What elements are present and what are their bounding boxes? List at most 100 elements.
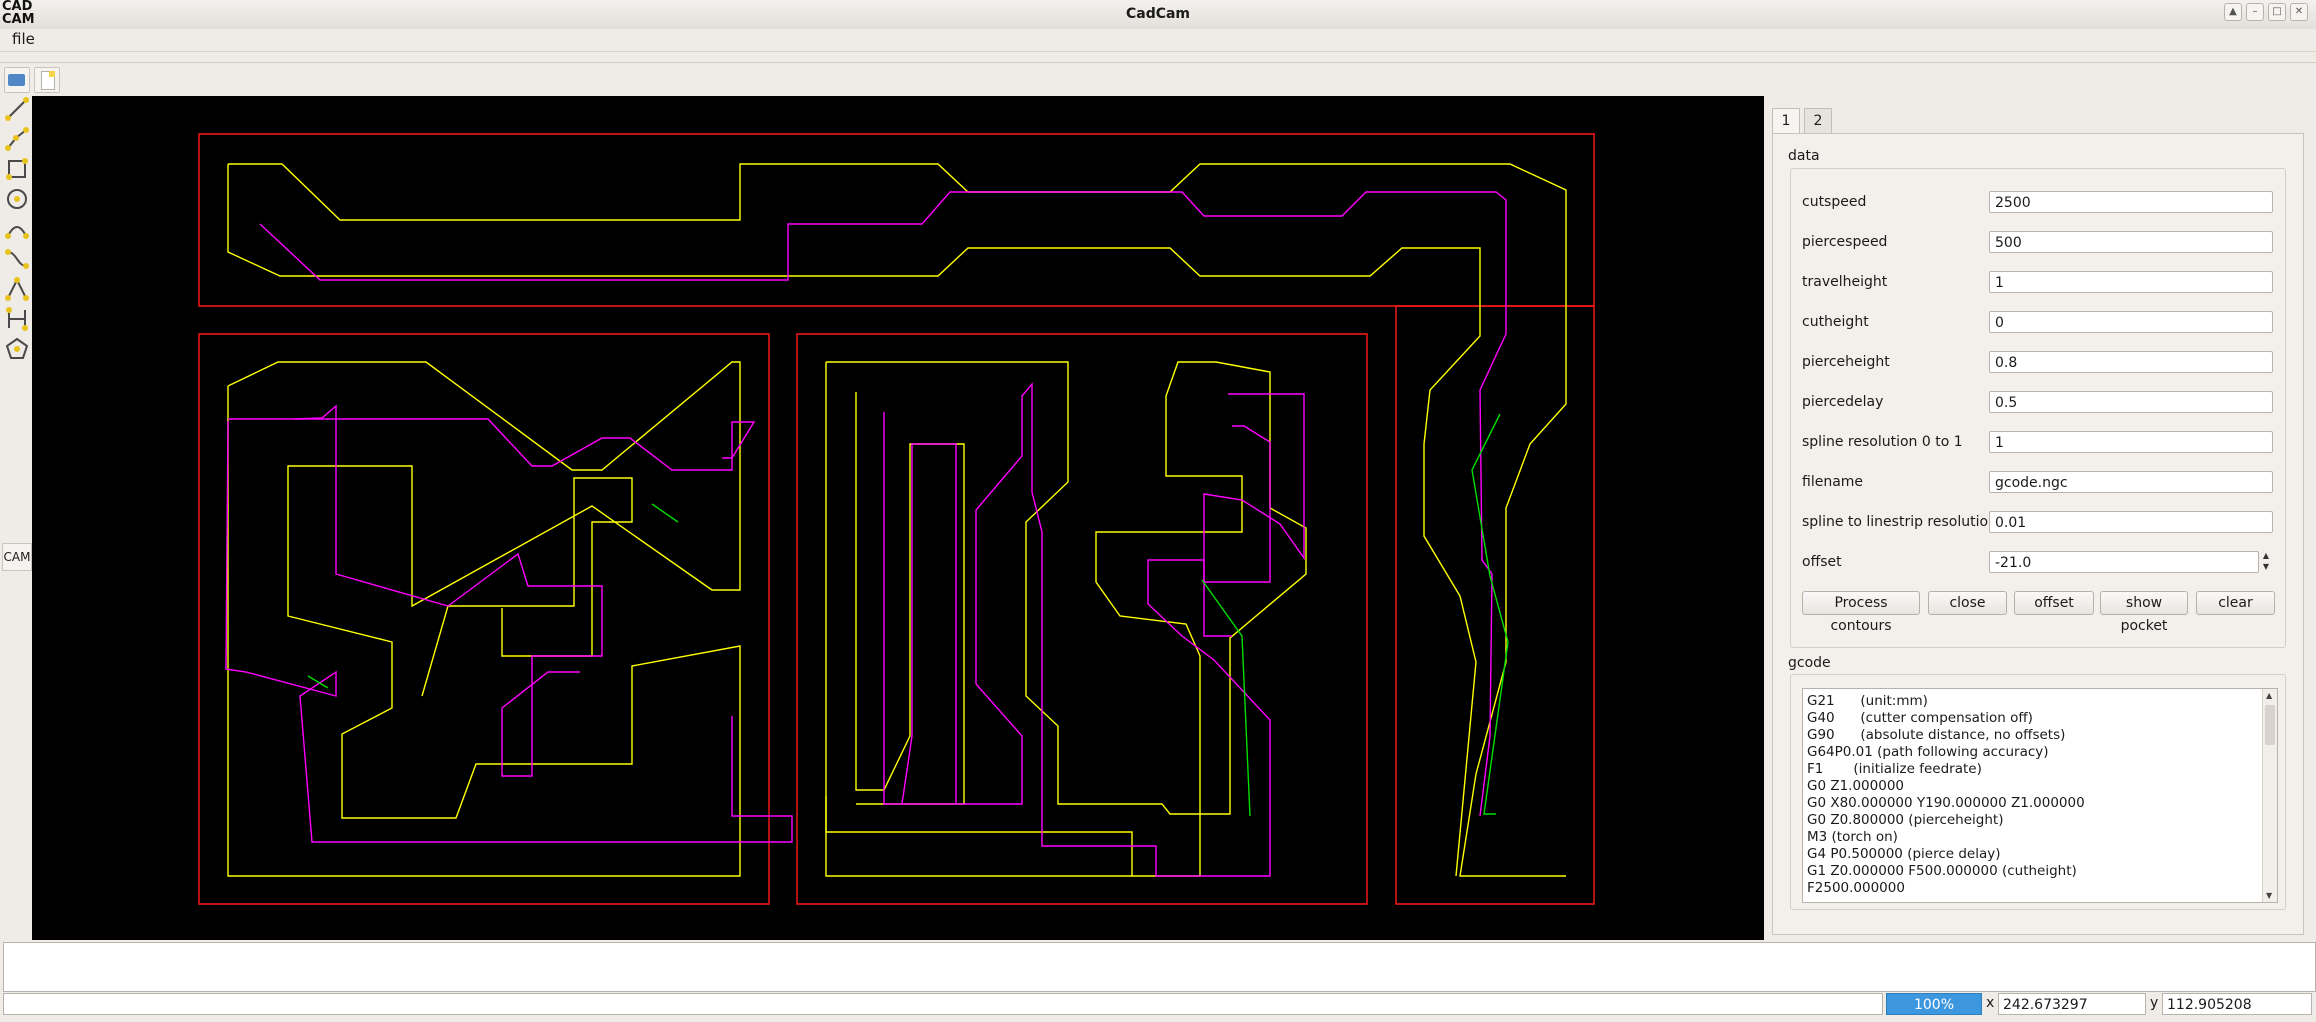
rectangle-tool-icon[interactable] bbox=[4, 156, 30, 182]
new-file-icon bbox=[41, 71, 55, 90]
gcode-line: G64P0.01 (path following accuracy) bbox=[1807, 744, 2049, 760]
pocket-middle-right bbox=[1203, 393, 1305, 583]
close-icon[interactable]: ✕ bbox=[2290, 3, 2308, 21]
offset-top bbox=[228, 163, 1567, 877]
scroll-up-icon[interactable]: ▲ bbox=[2266, 691, 2272, 700]
window-title: CadCam bbox=[1125, 6, 1191, 22]
travel-1 bbox=[1471, 413, 1509, 815]
travel-3 bbox=[651, 503, 679, 523]
x-label: x bbox=[1986, 995, 1995, 1011]
close-button[interactable]: close bbox=[1928, 591, 2007, 615]
offset-middle-lower bbox=[825, 796, 1133, 876]
pocket-left-inner bbox=[293, 404, 603, 777]
spline-resolution-label: spline resolution 0 to 1 bbox=[1802, 434, 1963, 450]
toolbar bbox=[0, 62, 2316, 97]
scroll-down-icon[interactable]: ▼ bbox=[2266, 891, 2272, 900]
offset-path-group bbox=[227, 163, 1567, 877]
title-bar: CAD CAM CadCam ▲ – □ ✕ bbox=[0, 0, 2316, 29]
menu-file[interactable]: file bbox=[12, 30, 35, 48]
show-pocket-button[interactable]: show pocket bbox=[2100, 591, 2188, 634]
travelheight-field[interactable]: 1 bbox=[1989, 271, 2273, 293]
gcode-line: G1 Z0.000000 F500.000000 (cutheight) bbox=[1807, 863, 2077, 879]
x-coordinate: 242.673297 bbox=[1998, 993, 2146, 1015]
pocket-top bbox=[259, 191, 1507, 817]
dimension-tool-icon[interactable] bbox=[4, 306, 30, 332]
gcode-line: F1 (initialize feedrate) bbox=[1807, 761, 1982, 777]
polygon-tool-icon[interactable] bbox=[4, 336, 30, 362]
pocket-path-group bbox=[225, 191, 1507, 877]
circle-tool-icon[interactable] bbox=[4, 186, 30, 212]
data-group-title: data bbox=[1788, 148, 1820, 164]
offset-label: offset bbox=[1802, 554, 1842, 570]
offset-middle-inner bbox=[855, 392, 965, 805]
scrollbar-thumb[interactable] bbox=[2265, 705, 2275, 745]
travel-path-group bbox=[307, 413, 1509, 817]
tab-1[interactable]: 1 bbox=[1772, 108, 1800, 133]
spline-tool-icon[interactable] bbox=[4, 246, 30, 272]
linestrip-tool-icon[interactable] bbox=[4, 126, 30, 152]
contour-bottom-middle bbox=[796, 333, 1368, 905]
gcode-line: F2500.000000 bbox=[1807, 880, 1905, 896]
gcode-line: G0 X80.000000 Y190.000000 Z1.000000 bbox=[1807, 795, 2085, 811]
bezier-tool-icon[interactable] bbox=[4, 276, 30, 302]
offset-spinbox[interactable]: -21.0 bbox=[1989, 551, 2259, 573]
cutspeed-field[interactable]: 2500 bbox=[1989, 191, 2273, 213]
line-tool-icon[interactable] bbox=[4, 96, 30, 122]
gcode-line: G0 Z1.000000 bbox=[1807, 778, 1905, 794]
gcode-line: G0 Z0.800000 (pierceheight) bbox=[1807, 812, 2004, 828]
gcode-line: G90 (absolute distance, no offsets) bbox=[1807, 727, 2066, 743]
left-toolbar: CAM bbox=[0, 96, 32, 940]
filename-label: filename bbox=[1802, 474, 1864, 490]
gcode-output[interactable]: G21 (unit:mm) G40 (cutter compensation o… bbox=[1802, 688, 2278, 903]
gcode-scrollbar[interactable]: ▲ ▼ bbox=[2262, 689, 2277, 902]
zoom-level[interactable]: 100% bbox=[1886, 993, 1982, 1015]
pocket-middle bbox=[883, 382, 1271, 877]
window-up-icon[interactable]: ▲ bbox=[2224, 3, 2242, 21]
pocket-left bbox=[225, 420, 793, 843]
gcode-line: G21 (unit:mm) bbox=[1807, 693, 1928, 709]
y-coordinate: 112.905208 bbox=[2162, 993, 2312, 1015]
process-contours-button[interactable]: Process contours bbox=[1802, 591, 1920, 634]
contour-group bbox=[198, 133, 1595, 905]
piercespeed-field[interactable]: 500 bbox=[1989, 231, 2273, 253]
travel-4 bbox=[307, 675, 329, 689]
drawing-canvas[interactable] bbox=[32, 96, 1764, 940]
pierceheight-field[interactable]: 0.8 bbox=[1989, 351, 2273, 373]
clear-button[interactable]: clear bbox=[2196, 591, 2275, 615]
offset-left bbox=[227, 361, 741, 877]
travel-2 bbox=[1201, 579, 1251, 817]
offset-left-inner bbox=[421, 477, 633, 697]
open-folder-button[interactable] bbox=[4, 67, 30, 93]
offset-button[interactable]: offset bbox=[2014, 591, 2094, 615]
gcode-line: G40 (cutter compensation off) bbox=[1807, 710, 2033, 726]
piercedelay-label: piercedelay bbox=[1802, 394, 1884, 410]
folder-icon bbox=[8, 74, 25, 86]
pocket-left-upper bbox=[228, 418, 756, 471]
status-message bbox=[3, 993, 1883, 1015]
offset-middle bbox=[825, 361, 1307, 877]
arc-tool-icon[interactable] bbox=[4, 216, 30, 242]
linestrip-resolution-label: spline to linestrip resolution bbox=[1802, 514, 1997, 530]
gcode-line: G4 P0.500000 (pierce delay) bbox=[1807, 846, 2001, 862]
filename-field[interactable]: gcode.ngc bbox=[1989, 471, 2273, 493]
cutheight-field[interactable]: 0 bbox=[1989, 311, 2273, 333]
cutspeed-label: cutspeed bbox=[1802, 194, 1867, 210]
spin-up-icon[interactable]: ▲ bbox=[2260, 551, 2272, 562]
travelheight-label: travelheight bbox=[1802, 274, 1888, 290]
piercedelay-field[interactable]: 0.5 bbox=[1989, 391, 2273, 413]
tab-2[interactable]: 2 bbox=[1804, 108, 1832, 133]
pierceheight-label: pierceheight bbox=[1802, 354, 1890, 370]
cam-button[interactable]: CAM bbox=[2, 543, 32, 571]
cad-drawing bbox=[198, 133, 1595, 905]
minimize-icon[interactable]: – bbox=[2246, 3, 2264, 21]
linestrip-resolution-field[interactable]: 0.01 bbox=[1989, 511, 2273, 533]
spin-down-icon[interactable]: ▼ bbox=[2260, 562, 2272, 573]
new-document-button[interactable] bbox=[34, 67, 60, 93]
maximize-icon[interactable]: □ bbox=[2268, 3, 2286, 21]
cutheight-label: cutheight bbox=[1802, 314, 1869, 330]
command-input[interactable] bbox=[3, 942, 2316, 992]
spline-resolution-field[interactable]: 1 bbox=[1989, 431, 2273, 453]
y-label: y bbox=[2150, 995, 2159, 1011]
menu-bar: file bbox=[0, 29, 2316, 52]
piercespeed-label: piercespeed bbox=[1802, 234, 1888, 250]
